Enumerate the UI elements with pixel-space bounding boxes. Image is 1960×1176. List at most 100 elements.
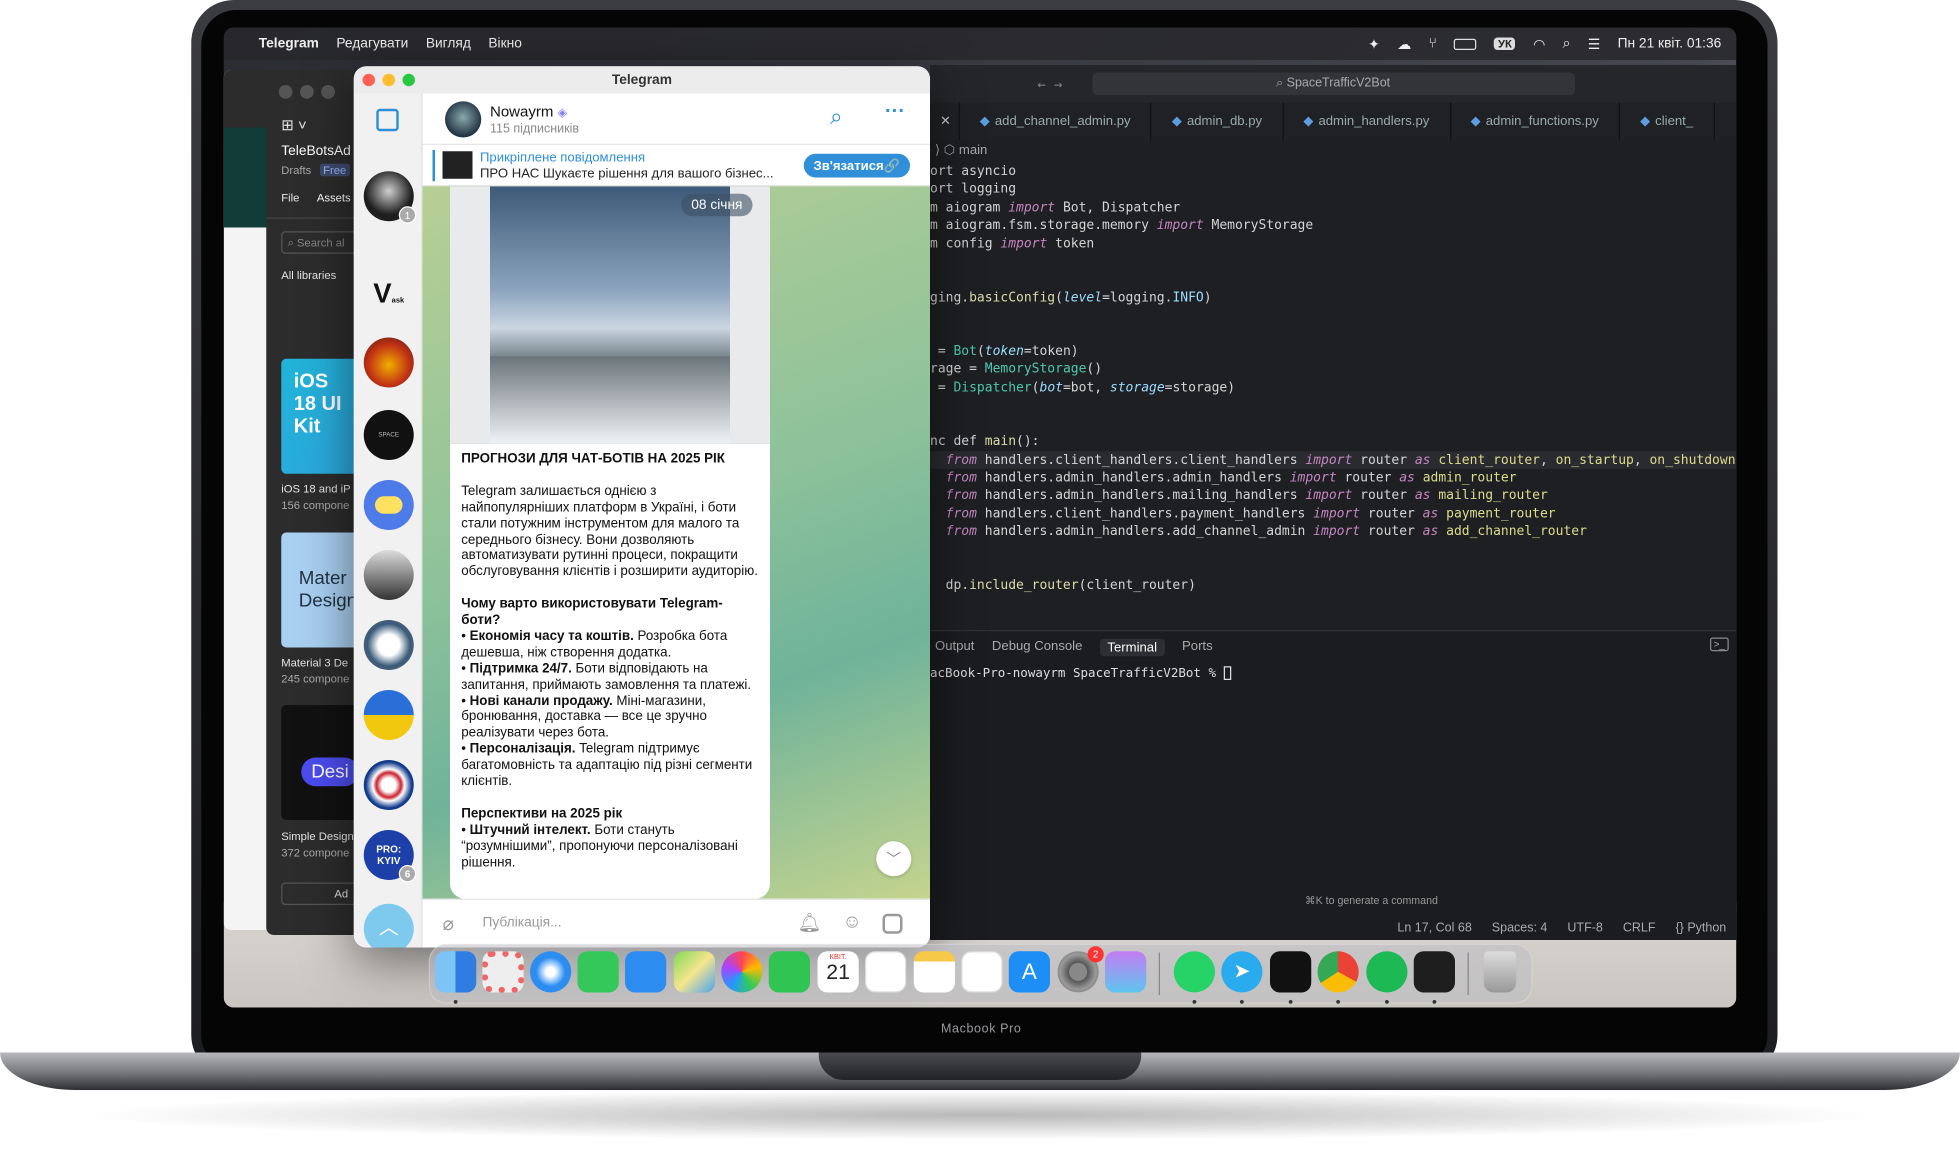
- why-item: • Економія часу та коштів. Розробка бота…: [461, 628, 728, 660]
- telegram-icon[interactable]: ➤: [1221, 951, 1263, 993]
- figma-icon[interactable]: [1413, 951, 1455, 993]
- wifi-icon[interactable]: ◠: [1533, 36, 1545, 52]
- sticker-icon[interactable]: [882, 913, 903, 934]
- tab-admin-db[interactable]: ◆ admin_db.py: [1152, 102, 1284, 140]
- tab-add-channel-admin[interactable]: ◆ add_channel_admin.py: [960, 102, 1152, 140]
- maps-icon[interactable]: [673, 951, 715, 993]
- menu-edit[interactable]: Редагувати: [336, 36, 408, 51]
- attach-icon[interactable]: ⌀: [443, 913, 454, 935]
- telegram-window-title: Telegram: [611, 72, 672, 88]
- menu-clock[interactable]: Пн 21 квіт. 01:36: [1618, 36, 1722, 51]
- breadcrumb[interactable]: ⟩ ⬡ main: [935, 143, 987, 158]
- chat-avatar-space[interactable]: SPACE: [363, 410, 414, 460]
- figma-status-icon[interactable]: ✦: [1368, 36, 1380, 52]
- iphone-mirroring-icon[interactable]: [1105, 951, 1147, 993]
- editor-search[interactable]: ⌕ SpaceTrafficV2Bot: [1091, 72, 1575, 95]
- chat-avatar-1[interactable]: 1: [363, 171, 417, 224]
- photos-icon[interactable]: [721, 951, 763, 993]
- chrome-icon[interactable]: [1317, 951, 1359, 993]
- app-store-icon[interactable]: A: [1008, 951, 1050, 993]
- notes-icon[interactable]: [913, 951, 955, 993]
- chat-avatar-2[interactable]: [363, 337, 414, 388]
- back-icon[interactable]: ← →: [1038, 76, 1063, 92]
- post-photo[interactable]: 08 січня: [450, 186, 770, 444]
- panel-tab-output[interactable]: Output: [935, 639, 974, 657]
- mute-bell-icon[interactable]: 🔔︎: [798, 911, 822, 934]
- channel-post[interactable]: 08 січня ПРОГНОЗИ ДЛЯ ЧАТ-БОТІВ НА 2025 …: [450, 186, 770, 899]
- chat-avatar-5[interactable]: [363, 690, 414, 740]
- finder-icon[interactable]: [435, 951, 477, 993]
- chat-avatar-3[interactable]: [363, 550, 414, 600]
- chat-avatar-prokyiv[interactable]: PRO: KYIV 6: [363, 830, 417, 883]
- panel-tab-debug-console[interactable]: Debug Console: [992, 639, 1082, 657]
- channel-avatar[interactable]: [445, 101, 482, 138]
- more-options-icon[interactable]: ···: [885, 101, 905, 124]
- status-position[interactable]: Ln 17, Col 68: [1397, 921, 1471, 935]
- freeform-icon[interactable]: [961, 951, 1003, 993]
- contact-button[interactable]: Зв'язатися🔗: [803, 153, 910, 178]
- laptop-shadow: [75, 1090, 1885, 1140]
- panel-tab-ports[interactable]: Ports: [1182, 639, 1213, 657]
- channel-name[interactable]: Nowayrm ◈: [490, 103, 567, 121]
- cursor-app-icon[interactable]: [1270, 951, 1312, 993]
- calendar-icon[interactable]: КВІТ. 21: [817, 951, 859, 993]
- fork-status-icon[interactable]: ⑂: [1428, 36, 1436, 51]
- library-title-simple: Simple Design: [281, 830, 354, 843]
- minimize-window-button[interactable]: [382, 73, 395, 87]
- input-source[interactable]: УК: [1494, 37, 1516, 50]
- figma-tab-file[interactable]: File: [281, 191, 299, 217]
- zoom-window-button[interactable]: [402, 73, 415, 87]
- facetime-icon[interactable]: [768, 951, 810, 993]
- library-title-material: Material 3 De: [281, 656, 349, 669]
- launchpad-icon[interactable]: [482, 951, 524, 993]
- status-language[interactable]: {} Python: [1675, 921, 1726, 935]
- close-tab-icon[interactable]: ✕: [930, 102, 960, 140]
- message-input-bar: ⌀ Публікація... 🔔︎ ☺: [422, 898, 930, 948]
- search-icon[interactable]: ⌕: [1563, 36, 1571, 52]
- safari-icon[interactable]: [530, 951, 572, 993]
- close-window-button[interactable]: [362, 73, 375, 87]
- status-spaces[interactable]: Spaces: 4: [1492, 921, 1548, 935]
- why-item: • Персоналізація. Telegram підтримує баг…: [461, 741, 753, 789]
- messages-icon[interactable]: [577, 951, 619, 993]
- search-icon[interactable]: ⌕: [830, 104, 843, 130]
- telegram-titlebar: Telegram: [353, 66, 930, 94]
- chat-avatar-4[interactable]: [363, 620, 414, 670]
- spotify-icon[interactable]: [1366, 951, 1408, 993]
- status-encoding[interactable]: UTF-8: [1567, 921, 1602, 935]
- mail-icon[interactable]: [625, 951, 667, 993]
- figma-drafts: Drafts: [281, 163, 312, 177]
- control-center-icon[interactable]: ☰: [1588, 36, 1600, 52]
- why-item: • Підтримка 24/7. Боти відповідають на з…: [461, 660, 752, 693]
- tab-admin-handlers[interactable]: ◆ admin_handlers.py: [1283, 102, 1451, 140]
- menu-app-name[interactable]: Telegram: [259, 36, 319, 51]
- figma-tab-assets[interactable]: Assets: [317, 191, 351, 217]
- emoji-icon[interactable]: ☺: [843, 911, 862, 932]
- message-input[interactable]: Публікація...: [483, 915, 562, 930]
- chat-avatar-6[interactable]: [363, 760, 414, 810]
- status-eol[interactable]: CRLF: [1623, 921, 1656, 935]
- scroll-down-button[interactable]: ﹀: [876, 841, 912, 877]
- panel-tab-terminal[interactable]: Terminal: [1099, 638, 1165, 657]
- cloud-status-icon[interactable]: ☁: [1397, 36, 1411, 52]
- reminders-icon[interactable]: [865, 951, 907, 993]
- system-settings-icon[interactable]: 2: [1057, 946, 1104, 993]
- trash-icon[interactable]: [1483, 951, 1517, 993]
- menu-window[interactable]: Вікно: [488, 36, 521, 51]
- compose-icon[interactable]: [376, 108, 399, 132]
- whatsapp-icon[interactable]: [1173, 951, 1215, 993]
- pinned-message-bar[interactable]: Прикріплене повідомлення ПРО НАС Шукаєте…: [422, 145, 930, 187]
- menu-view[interactable]: Вигляд: [426, 36, 471, 51]
- tab-client[interactable]: ◆ client_: [1620, 102, 1715, 140]
- battery-icon[interactable]: [1454, 38, 1477, 50]
- terminal-output[interactable]: acBook-Pro-nowayrm SpaceTrafficV2Bot %: [930, 656, 1736, 681]
- chat-avatar-vask[interactable]: Vask: [364, 269, 414, 319]
- code-lines[interactable]: ort asyncio ort logging m aiogram import…: [930, 163, 1737, 595]
- dock: КВІТ. 21 A 2 ➤: [428, 943, 1533, 1004]
- terminal-icon[interactable]: >_: [1709, 637, 1729, 652]
- scroll-up-button[interactable]: ︿: [363, 903, 414, 948]
- chat-avatar-bot[interactable]: [363, 480, 414, 530]
- bottom-panel: Output Debug Console Terminal Ports >_ a…: [930, 630, 1737, 940]
- post-text: ПРОГНОЗИ ДЛЯ ЧАТ-БОТІВ НА 2025 РІК Teleg…: [450, 444, 770, 878]
- tab-admin-functions[interactable]: ◆ admin_functions.py: [1451, 102, 1621, 140]
